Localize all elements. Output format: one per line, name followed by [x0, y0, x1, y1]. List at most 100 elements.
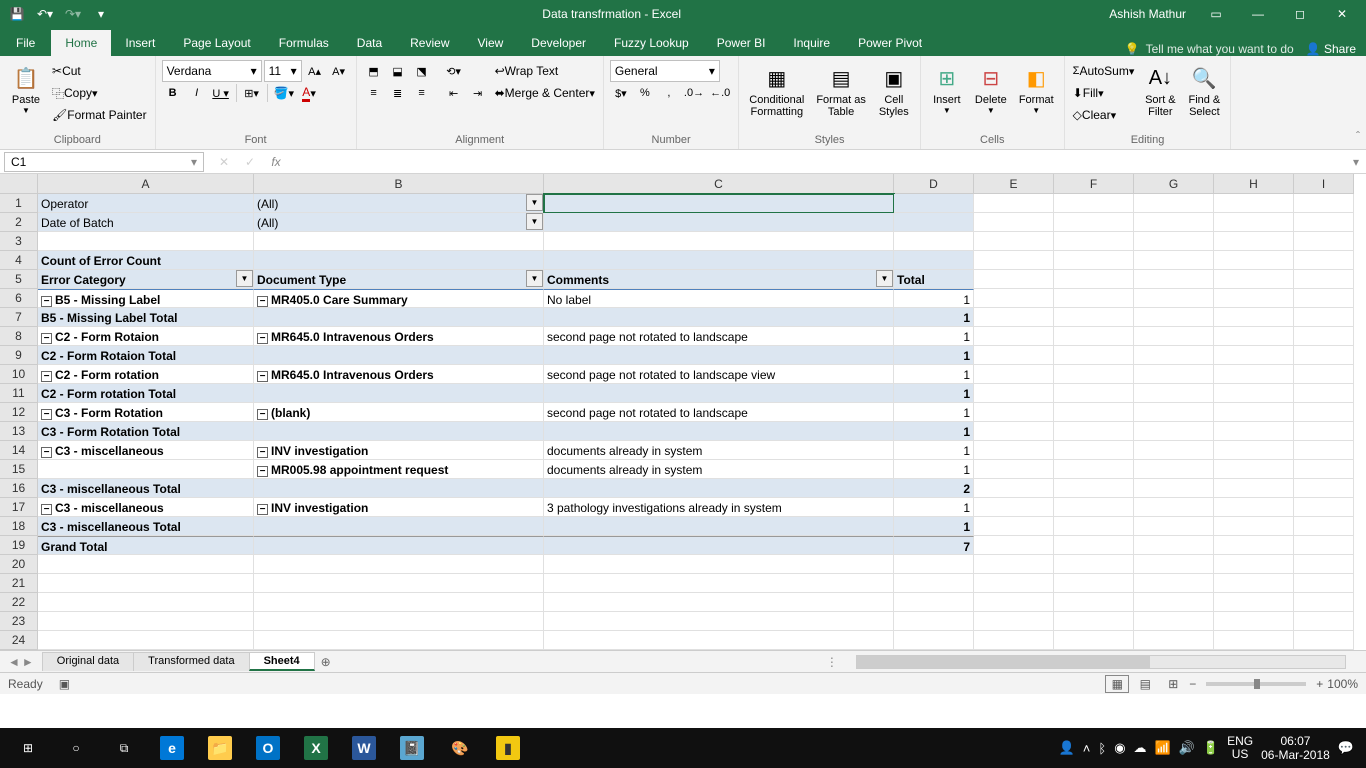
cell[interactable] — [974, 574, 1054, 593]
cell[interactable] — [544, 384, 894, 403]
minimize-icon[interactable]: — — [1238, 0, 1278, 28]
align-center-icon[interactable]: ≣ — [387, 82, 409, 104]
tab-file[interactable]: File — [0, 30, 51, 56]
cell[interactable]: 1 — [894, 365, 974, 384]
cell[interactable]: documents already in system — [544, 460, 894, 479]
collapse-icon[interactable]: − — [41, 409, 52, 420]
cell[interactable] — [38, 232, 254, 251]
tell-me-input[interactable]: 💡Tell me what you want to do — [1125, 42, 1294, 56]
decrease-decimal-icon[interactable]: ←.0 — [708, 82, 732, 104]
cell[interactable] — [1214, 498, 1294, 517]
cell[interactable] — [1134, 251, 1214, 270]
cell[interactable] — [254, 612, 544, 631]
cell[interactable] — [1134, 422, 1214, 441]
col-header[interactable]: I — [1294, 174, 1354, 194]
cell[interactable]: C3 - miscellaneous Total — [38, 479, 254, 498]
row-header[interactable]: 9 — [0, 346, 38, 365]
cell[interactable] — [1214, 213, 1294, 232]
cell[interactable] — [544, 308, 894, 327]
orientation-icon[interactable]: ⟲▾ — [443, 60, 465, 82]
cell[interactable] — [1214, 593, 1294, 612]
cell[interactable] — [544, 612, 894, 631]
row-header[interactable]: 7 — [0, 308, 38, 327]
cell[interactable]: second page not rotated to landscape — [544, 327, 894, 346]
collapse-icon[interactable]: − — [257, 333, 268, 344]
collapse-icon[interactable]: − — [41, 504, 52, 515]
cell[interactable] — [974, 384, 1054, 403]
cell[interactable] — [1054, 346, 1134, 365]
increase-decimal-icon[interactable]: .0→ — [682, 82, 706, 104]
copy-button[interactable]: ⿻ Copy ▾ — [50, 82, 100, 104]
cell[interactable]: C2 - Form Rotaion Total — [38, 346, 254, 365]
row-header[interactable]: 20 — [0, 555, 38, 574]
sheet-tab[interactable]: Transformed data — [133, 652, 249, 671]
collapse-icon[interactable]: − — [257, 296, 268, 307]
cell[interactable] — [254, 384, 544, 403]
cell[interactable] — [544, 479, 894, 498]
cell[interactable] — [1214, 517, 1294, 536]
cell[interactable] — [974, 327, 1054, 346]
cell[interactable]: −C3 - Form Rotation — [38, 403, 254, 422]
row-header[interactable]: 14 — [0, 441, 38, 460]
cell[interactable] — [974, 346, 1054, 365]
horizontal-scrollbar[interactable] — [856, 655, 1346, 669]
powerbi-button[interactable]: ▮ — [484, 728, 532, 768]
cell[interactable] — [1294, 384, 1354, 403]
cell[interactable] — [1054, 479, 1134, 498]
page-layout-view-icon[interactable]: ▤ — [1133, 675, 1157, 693]
cell[interactable]: −(blank) — [254, 403, 544, 422]
cell[interactable] — [1294, 346, 1354, 365]
qat-customize-icon[interactable]: ▾ — [88, 3, 114, 25]
cell[interactable] — [1294, 213, 1354, 232]
name-box[interactable]: C1▾ — [4, 152, 204, 172]
cell[interactable] — [1134, 365, 1214, 384]
row-header[interactable]: 24 — [0, 631, 38, 650]
cell[interactable] — [1214, 460, 1294, 479]
tab-insert[interactable]: Insert — [111, 30, 169, 56]
cell[interactable]: −C3 - miscellaneous — [38, 498, 254, 517]
cell[interactable] — [1294, 479, 1354, 498]
tab-developer[interactable]: Developer — [517, 30, 600, 56]
cell[interactable] — [1134, 441, 1214, 460]
cell[interactable] — [1294, 593, 1354, 612]
format-as-table-button[interactable]: ▤Format as Table — [812, 60, 870, 120]
cell[interactable] — [544, 422, 894, 441]
battery-icon[interactable]: 🔋 — [1203, 740, 1219, 756]
cell[interactable] — [1054, 194, 1134, 213]
cell[interactable] — [894, 593, 974, 612]
cut-button[interactable]: ✂ Cut — [50, 60, 83, 82]
cell[interactable] — [1134, 403, 1214, 422]
filter-dropdown-icon[interactable]: ▼ — [236, 270, 253, 287]
conditional-formatting-button[interactable]: ▦Conditional Formatting — [745, 60, 808, 120]
cell[interactable] — [254, 555, 544, 574]
cell[interactable] — [1214, 365, 1294, 384]
collapse-icon[interactable]: − — [257, 447, 268, 458]
cell[interactable] — [1054, 460, 1134, 479]
cell[interactable]: No label — [544, 289, 894, 308]
cell[interactable] — [1134, 593, 1214, 612]
cell[interactable] — [1214, 308, 1294, 327]
row-header[interactable]: 11 — [0, 384, 38, 403]
cell[interactable] — [1054, 270, 1134, 289]
cell[interactable] — [894, 612, 974, 631]
outlook-button[interactable]: O — [244, 728, 292, 768]
cell[interactable]: −INV investigation — [254, 498, 544, 517]
cell[interactable]: −C2 - Form rotation — [38, 365, 254, 384]
sheet-prev-icon[interactable]: ◄ — [8, 655, 20, 669]
cell[interactable] — [1054, 631, 1134, 650]
cell[interactable]: B5 - Missing Label Total — [38, 308, 254, 327]
row-header[interactable]: 16 — [0, 479, 38, 498]
cell[interactable]: 1 — [894, 498, 974, 517]
font-size-combo[interactable]: 11▾ — [264, 60, 302, 82]
align-right-icon[interactable]: ≡ — [411, 82, 433, 104]
col-header[interactable]: D — [894, 174, 974, 194]
row-header[interactable]: 12 — [0, 403, 38, 422]
cell[interactable] — [1134, 498, 1214, 517]
cell[interactable] — [544, 194, 894, 213]
comma-format-icon[interactable]: , — [658, 82, 680, 104]
collapse-icon[interactable]: − — [41, 371, 52, 382]
row-header[interactable]: 17 — [0, 498, 38, 517]
cell[interactable] — [254, 422, 544, 441]
cell[interactable] — [38, 460, 254, 479]
cell[interactable] — [254, 346, 544, 365]
